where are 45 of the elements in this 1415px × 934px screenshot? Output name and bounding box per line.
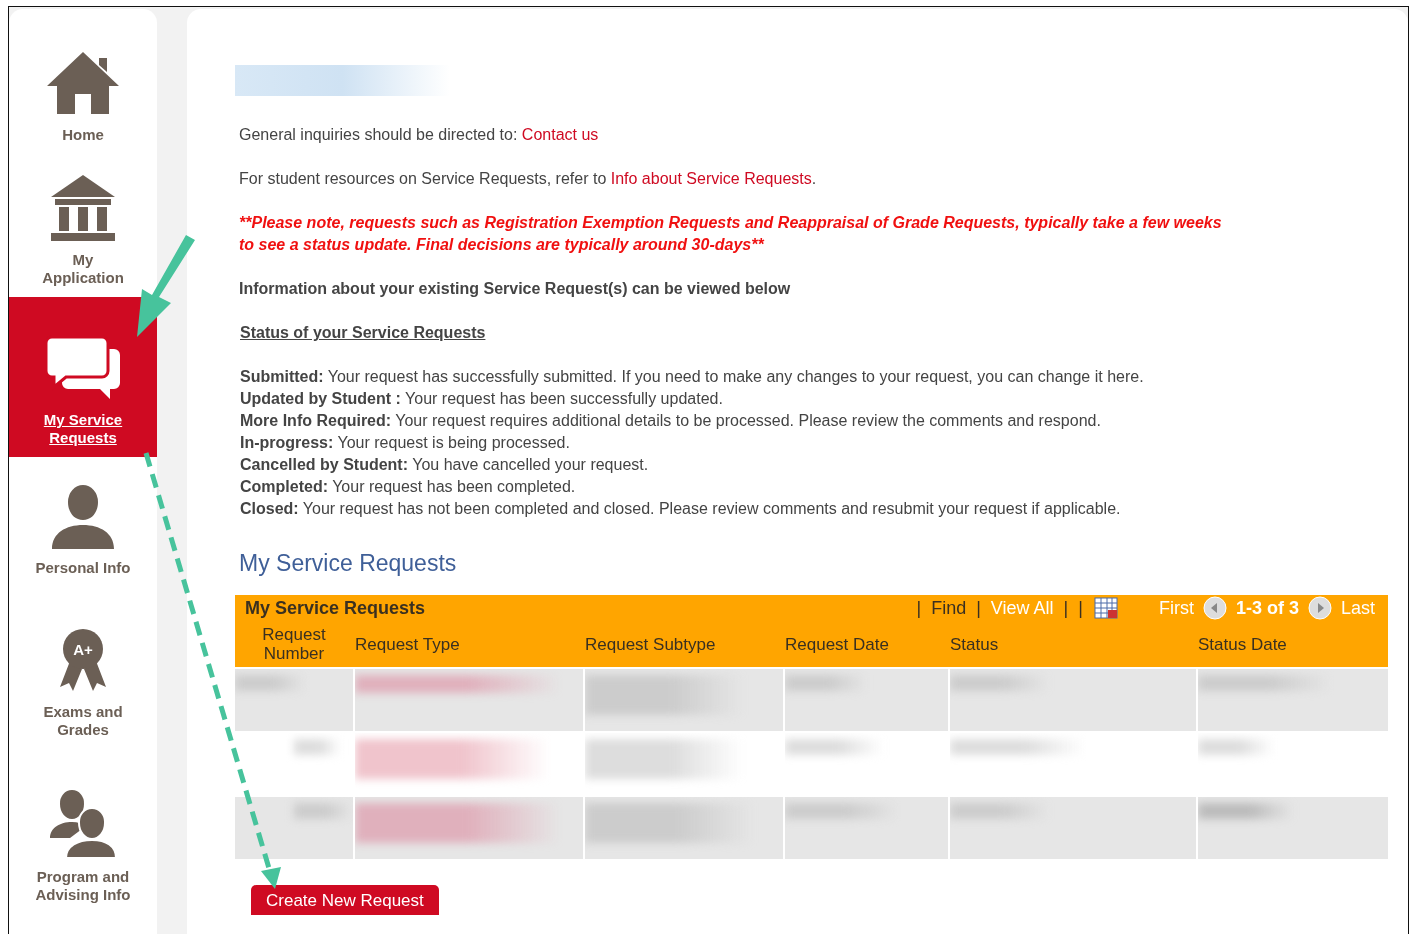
info-text: Information about your existing Service Request(s) can be viewed below <box>239 279 791 299</box>
previous-icon[interactable] <box>1202 596 1227 620</box>
separator-text: | <box>1078 597 1083 619</box>
status-description: Submitted: Your request has successfully submitted. If you need to make any changes to your request, you can change it here. <box>240 367 1145 387</box>
find-link[interactable]: Find <box>931 597 967 619</box>
status-description: More Info Required: Your request requires additional details to be processed. Please review the comments and respond. <box>240 411 1102 431</box>
separator-text: | <box>1063 597 1069 619</box>
sidebar-item[interactable]: Program and Advising Info <box>9 749 157 914</box>
column-header[interactable]: Status <box>948 634 1196 654</box>
sidebar-item[interactable]: My Service Requests <box>9 297 157 457</box>
resources-text: For student resources on Service Requests, refer to Info about Service Requests. <box>239 169 817 189</box>
column-header[interactable]: Request Date <box>783 634 948 654</box>
speech-bubbles-icon <box>44 335 122 401</box>
column-header[interactable]: Request Subtype <box>583 634 783 654</box>
people-icon <box>50 788 116 858</box>
status-description: Updated by Student : Your request has been successfully updated. <box>240 389 724 409</box>
separator-text: | <box>976 597 981 619</box>
redacted-text <box>294 739 342 755</box>
status-description: Closed: Your request has not been completed and closed. Please review comments and resubmit your request if applicable. <box>240 499 1122 519</box>
grid-download-icon[interactable] <box>1093 597 1118 619</box>
info-link[interactable]: Info about Service Requests <box>610 170 812 187</box>
sidebar-item[interactable]: Personal Info <box>9 457 157 587</box>
section-title: My Service Requests <box>239 550 458 577</box>
separator-text: | <box>916 597 922 619</box>
sidebar-item[interactable]: A+ Exams and Grades <box>9 587 157 749</box>
page-range: 1-3 of 3 <box>1235 597 1299 619</box>
create-request-button[interactable]: Create New Request <box>251 885 439 915</box>
column-header[interactable]: Request Number <box>235 625 353 663</box>
status-heading: Status of your Service Requests <box>240 323 487 343</box>
inquiry-text: General inquiries should be directed to: Contact us <box>239 125 599 145</box>
column-header[interactable]: Request Type <box>353 634 583 654</box>
building-icon <box>49 175 117 241</box>
notice-text: **Please note, requests such as Registration Exemption Requests and Reappraisal of Grade Requests, typically take a few weeks to see a status update. Final decisions are typically around 30-days** <box>239 213 1223 255</box>
redacted-text <box>294 803 353 819</box>
sidebar-item[interactable]: Home <box>9 9 157 154</box>
contact-link[interactable]: Contact us <box>521 126 599 143</box>
column-header[interactable]: Status Date <box>1196 634 1388 654</box>
status-description: Completed: Your request has been completed. <box>240 477 577 497</box>
sidebar-item[interactable]: My Application <box>9 154 157 297</box>
home-icon <box>45 50 121 116</box>
person-icon <box>50 483 116 549</box>
status-description: In-progress: Your request is being processed. <box>240 433 571 453</box>
next-icon[interactable] <box>1307 596 1332 620</box>
status-description: Cancelled by Student: You have cancelled your request. <box>240 455 650 475</box>
table-title: My Service Requests <box>245 597 427 619</box>
